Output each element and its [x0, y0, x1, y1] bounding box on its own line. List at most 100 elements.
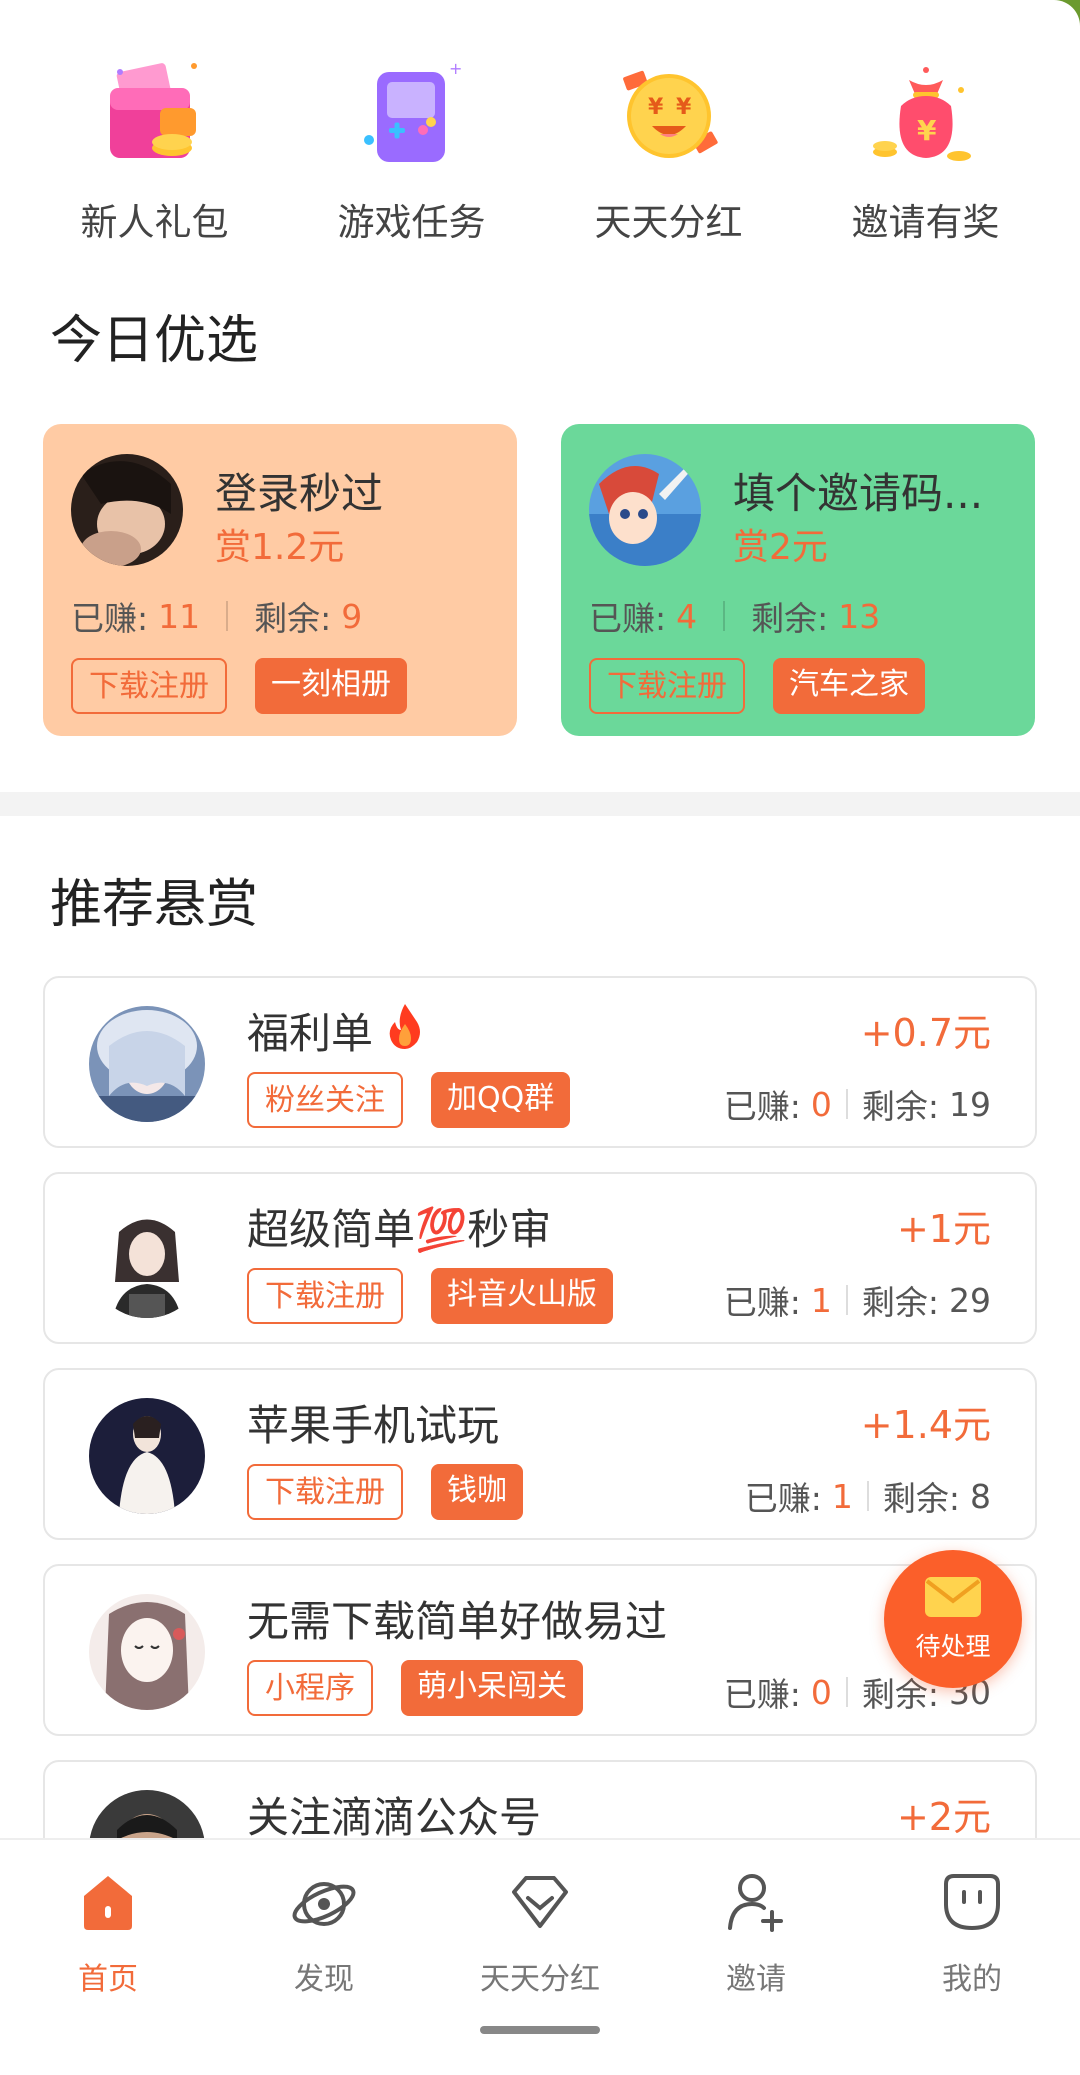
home-indicator — [480, 2026, 600, 2034]
reward-item-title: 福利单 — [247, 1000, 427, 1061]
fab-label: 待处理 — [915, 1632, 991, 1661]
quick-link-daily-dividend[interactable]: ¥ ¥ 天天分红 — [569, 50, 769, 246]
task-type-tag: 下载注册 — [71, 658, 227, 714]
reward-item-stats: 已赚: 1 剩余: 8 — [745, 1472, 991, 1520]
earned-label: 已赚: — [744, 1479, 822, 1518]
remaining-count: 8 — [970, 1476, 991, 1516]
today-card-stats: 已赚: 11 剩余: 9 — [71, 592, 362, 640]
reward-item-tags: 小程序 萌小呆闯关 — [247, 1660, 583, 1716]
earned-count: 4 — [676, 596, 698, 636]
reward-list-item[interactable]: 苹果手机试玩 下载注册 钱咖 +1.4元 已赚: 1 剩余: 8 — [43, 1368, 1037, 1540]
stats-divider — [845, 1677, 848, 1707]
today-card-reward: 赏2元 — [733, 527, 828, 568]
page: 新人礼包 + 游戏任务 ¥ ¥ 天天分红 ¥ 邀请有奖 今日优选 登录秒过 赏1… — [0, 0, 1080, 2075]
quick-links: 新人礼包 + 游戏任务 ¥ ¥ 天天分红 ¥ 邀请有奖 — [0, 50, 1080, 246]
svg-text:¥: ¥ — [676, 95, 692, 120]
earned-count: 0 — [810, 1084, 832, 1124]
recommend-section-title: 推荐悬赏 — [50, 875, 259, 935]
nav-tab-mine[interactable]: 我的 — [872, 1862, 1072, 1998]
reward-item-title: 关注滴滴公众号 — [247, 1784, 541, 1845]
earned-label: 已赚: — [723, 1675, 801, 1714]
stats-divider — [845, 1285, 848, 1315]
reward-list-item[interactable]: 超级简单💯秒审 下载注册 抖音火山版 +1元 已赚: 1 剩余: 29 — [43, 1172, 1037, 1344]
reward-item-tags: 下载注册 钱咖 — [247, 1464, 523, 1520]
earned-count: 0 — [810, 1672, 832, 1712]
app-name-tag: 加QQ群 — [431, 1072, 571, 1128]
pending-fab-button[interactable]: 待处理 — [884, 1550, 1022, 1688]
today-card-stats: 已赚: 4 剩余: 13 — [589, 592, 880, 640]
today-card-reward: 赏1.2元 — [215, 527, 345, 568]
money-emoji-icon: ¥ ¥ — [604, 50, 734, 180]
reward-item-tags: 粉丝关注 加QQ群 — [247, 1072, 571, 1128]
avatar — [71, 454, 183, 566]
today-section-title: 今日优选 — [50, 311, 259, 371]
reward-item-tags: 下载注册 抖音火山版 — [247, 1268, 613, 1324]
reward-amount: +0.7元 — [860, 1011, 991, 1055]
earned-label: 已赚: — [723, 1283, 801, 1322]
quick-link-invite-reward[interactable]: ¥ 邀请有奖 — [826, 50, 1026, 246]
avatar — [89, 1398, 205, 1514]
remaining-count: 13 — [838, 596, 881, 636]
nav-tab-dividend[interactable]: 天天分红 — [440, 1862, 640, 1998]
avatar — [89, 1202, 205, 1318]
reward-amount: +2元 — [896, 1795, 991, 1839]
reward-item-title-text: 关注滴滴公众号 — [247, 1793, 542, 1842]
reward-amount: +1元 — [896, 1207, 991, 1251]
reward-list-item[interactable]: 福利单 粉丝关注 加QQ群 +0.7元 已赚: 0 剩余: 19 — [43, 976, 1037, 1148]
reward-item-title-text: 超级简单💯秒审 — [247, 1205, 552, 1254]
app-name-tag: 萌小呆闯关 — [401, 1660, 583, 1716]
task-type-tag: 下载注册 — [589, 658, 745, 714]
app-name-tag: 钱咖 — [431, 1464, 523, 1520]
profile-face-icon — [932, 1862, 1012, 1942]
today-card-title: 填个邀请码... — [733, 469, 984, 518]
reward-item-title: 苹果手机试玩 — [247, 1392, 499, 1453]
reward-item-title: 超级简单💯秒审 — [247, 1196, 551, 1257]
nav-label: 我的 — [942, 1962, 1002, 1997]
gem-icon — [500, 1862, 580, 1942]
task-type-tag: 粉丝关注 — [247, 1072, 403, 1128]
reward-list-item[interactable]: 无需下载简单好做易过 小程序 萌小呆闯关 + 已赚: 0 剩余: 30 — [43, 1564, 1037, 1736]
corner-decoration — [1054, 0, 1080, 26]
reward-item-title-text: 苹果手机试玩 — [247, 1401, 500, 1450]
nav-label: 邀请 — [726, 1962, 786, 1997]
stats-divider — [226, 601, 229, 631]
reward-item-title-text: 福利单 — [247, 1009, 374, 1058]
svg-text:¥: ¥ — [648, 95, 664, 120]
earned-count: 1 — [810, 1280, 832, 1320]
remaining-label: 剩余: — [254, 599, 332, 638]
earned-label: 已赚: — [71, 599, 149, 638]
remaining-count: 29 — [949, 1280, 991, 1320]
task-type-tag: 下载注册 — [247, 1464, 403, 1520]
nav-tab-discover[interactable]: 发现 — [224, 1862, 424, 1998]
remaining-label: 剩余: — [861, 1087, 939, 1126]
task-type-tag: 小程序 — [247, 1660, 373, 1716]
quick-link-newbie-gift[interactable]: 新人礼包 — [55, 50, 255, 246]
nav-label: 天天分红 — [480, 1962, 600, 1997]
reward-item-title-text: 无需下载简单好做易过 — [247, 1597, 668, 1646]
remaining-label: 剩余: — [751, 599, 829, 638]
remaining-count: 9 — [341, 596, 363, 636]
today-card[interactable]: 登录秒过 赏1.2元 已赚: 11 剩余: 9 下载注册 一刻相册 — [43, 424, 517, 736]
mail-icon — [923, 1575, 983, 1623]
bottom-nav: 首页 发现 天天分红 邀请 我的 — [0, 1838, 1080, 2075]
reward-amount: +1.4元 — [860, 1403, 991, 1447]
gift-wallet-icon — [90, 50, 220, 180]
add-user-icon — [716, 1862, 796, 1942]
app-name-tag: 汽车之家 — [773, 658, 925, 714]
quick-link-label: 游戏任务 — [337, 201, 486, 244]
nav-label: 首页 — [78, 1962, 138, 1997]
quick-link-label: 新人礼包 — [80, 201, 229, 244]
nav-tab-home[interactable]: 首页 — [8, 1862, 208, 1998]
today-card[interactable]: 填个邀请码... 赏2元 已赚: 4 剩余: 13 下载注册 汽车之家 — [561, 424, 1035, 736]
earned-label: 已赚: — [589, 599, 667, 638]
today-card-tags: 下载注册 一刻相册 — [71, 658, 407, 714]
remaining-count: 19 — [949, 1084, 991, 1124]
app-name-tag: 抖音火山版 — [431, 1268, 613, 1324]
stats-divider — [723, 601, 726, 631]
nav-label: 发现 — [294, 1962, 354, 1997]
earned-count: 11 — [158, 596, 201, 636]
app-name-tag: 一刻相册 — [255, 658, 407, 714]
today-card-tags: 下载注册 汽车之家 — [589, 658, 925, 714]
quick-link-game-tasks[interactable]: + 游戏任务 — [312, 50, 512, 246]
nav-tab-invite[interactable]: 邀请 — [656, 1862, 856, 1998]
